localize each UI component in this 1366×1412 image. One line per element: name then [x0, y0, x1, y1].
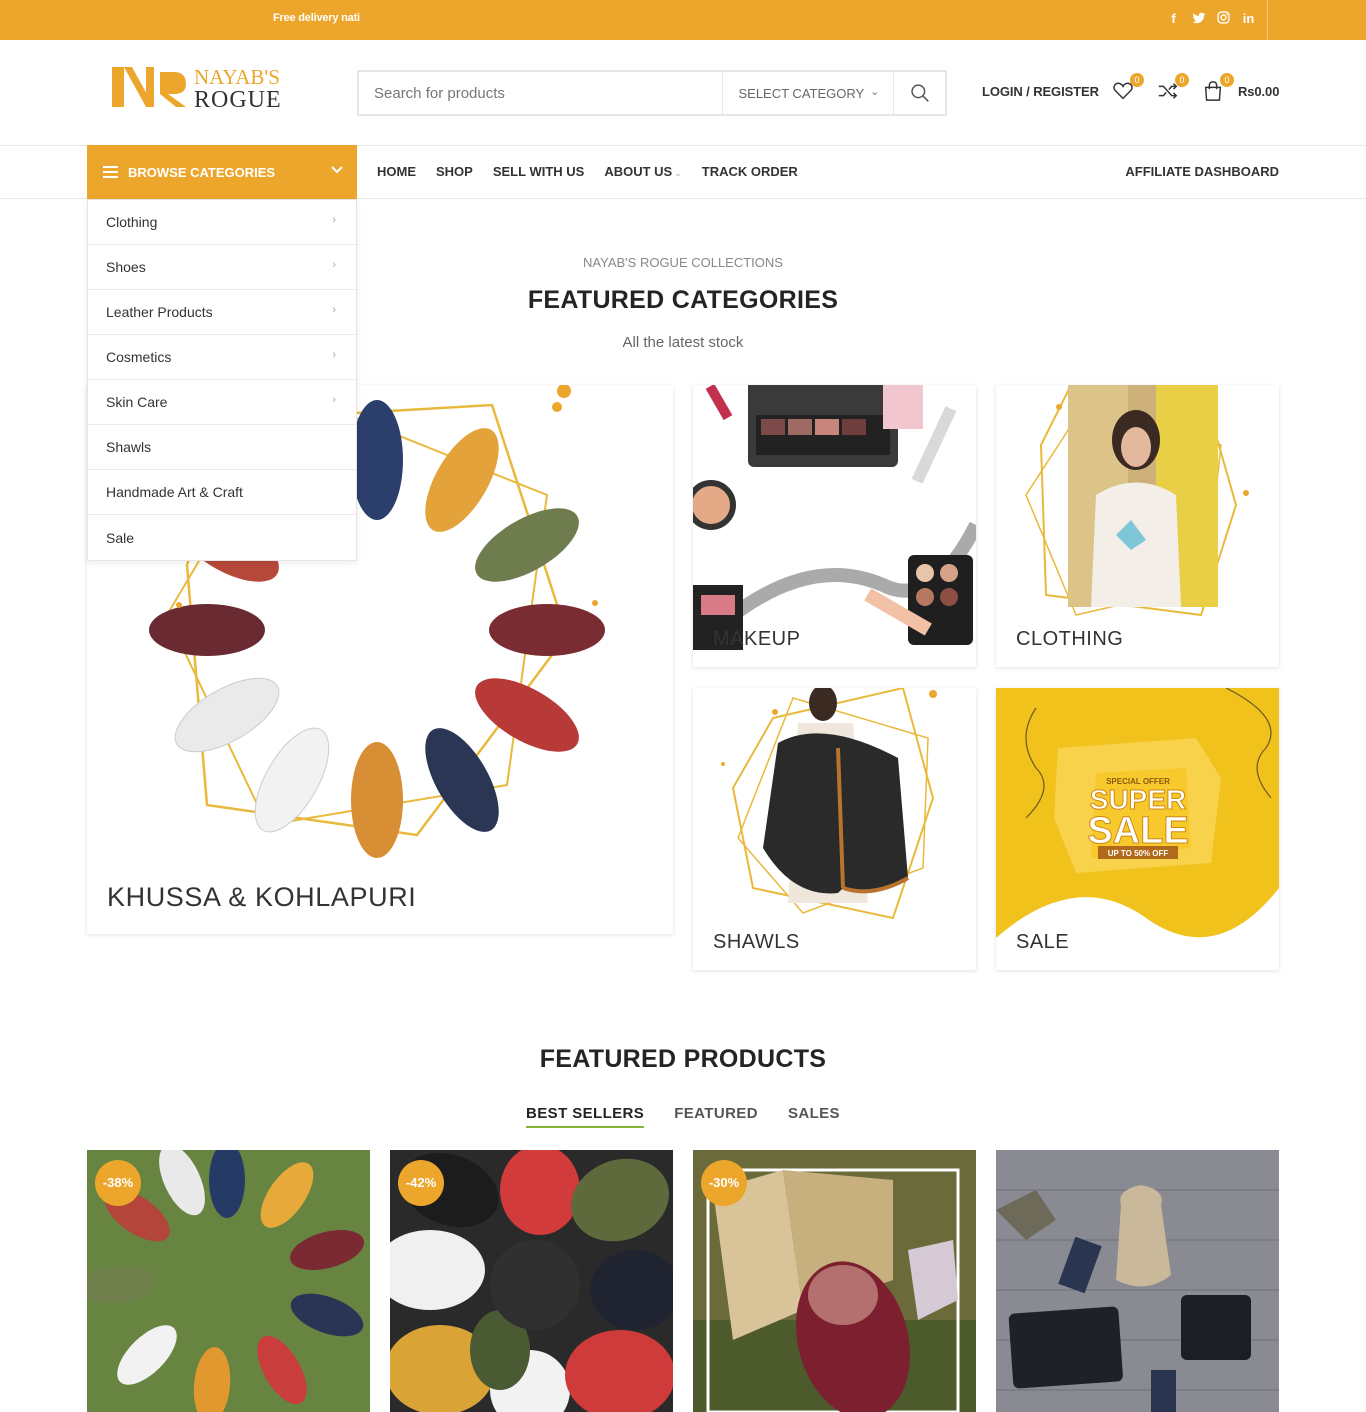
- search-button[interactable]: [893, 72, 945, 114]
- compare-button[interactable]: 0: [1157, 73, 1189, 104]
- dropdown-item-label: Cosmetics: [106, 349, 172, 365]
- tile-label-shawls: SHAWLS: [713, 931, 800, 953]
- sale-sale-text: SALE: [1087, 810, 1188, 852]
- discount-badge: -38%: [95, 1160, 141, 1206]
- product-image: [996, 1150, 1279, 1412]
- main-navbar: BROWSE CATEGORIES HOME SHOP SELL WITH US…: [0, 145, 1366, 199]
- nav-home[interactable]: HOME: [377, 164, 416, 179]
- nav-about-us-label: ABOUT US: [604, 164, 673, 179]
- chevron-right-icon: ›: [332, 304, 336, 316]
- category-tile-makeup[interactable]: MAKEUP: [693, 385, 976, 667]
- browse-categories-label: BROWSE CATEGORIES: [128, 164, 276, 180]
- dropdown-item-clothing[interactable]: Clothing ›: [88, 200, 356, 245]
- nav-affiliate-dashboard[interactable]: AFFILIATE DASHBOARD: [1125, 164, 1279, 179]
- search-icon: [911, 84, 929, 102]
- promo-text: Free delivery nati: [273, 12, 360, 24]
- site-header: NAYAB'S ROGUE SELECT CATEGORY ⌄ LOGIN / …: [0, 40, 1366, 146]
- nav-about-us[interactable]: ABOUT US ⌄: [604, 164, 681, 179]
- tile-label-sale: SALE: [1016, 931, 1070, 953]
- linkedin-icon[interactable]: in: [1241, 11, 1256, 27]
- logo-line1: NAYAB'S: [194, 65, 280, 89]
- categories-dropdown: Clothing › Shoes › Leather Products › Cosme…: [87, 199, 357, 561]
- category-select[interactable]: SELECT CATEGORY ⌄: [722, 72, 893, 114]
- instagram-icon[interactable]: [1216, 11, 1231, 27]
- search-form: SELECT CATEGORY ⌄: [357, 70, 947, 116]
- dropdown-item-label: Shawls: [106, 439, 152, 455]
- chevron-down-icon: ⌄: [674, 168, 682, 178]
- category-tile-shawls[interactable]: SHAWLS: [693, 688, 976, 970]
- top-bar: Free delivery nati f in: [0, 0, 1366, 40]
- facebook-icon[interactable]: f: [1166, 11, 1181, 27]
- nav-track-order[interactable]: TRACK ORDER: [702, 164, 798, 179]
- browse-categories-toggle[interactable]: BROWSE CATEGORIES: [87, 145, 357, 199]
- cart-count-badge: 0: [1220, 73, 1234, 87]
- search-input[interactable]: [359, 72, 723, 114]
- dropdown-item-label: Leather Products: [106, 304, 213, 320]
- clothing-image: [996, 385, 1279, 667]
- dropdown-item-label: Sale: [106, 529, 135, 546]
- chevron-right-icon: ›: [332, 394, 336, 406]
- tile-label-khussa: KHUSSA & KOHLAPURI: [107, 882, 417, 912]
- logo-line2: ROGUE: [194, 87, 282, 110]
- tab-best-sellers[interactable]: BEST SELLERS: [526, 1105, 645, 1128]
- product-tabs: BEST SELLERS FEATURED SALES: [0, 1105, 1366, 1128]
- dropdown-item-label: Skin Care: [106, 394, 168, 410]
- cart-total[interactable]: Rs0.00: [1238, 84, 1279, 99]
- chevron-right-icon: ›: [332, 349, 336, 361]
- discount-badge: -42%: [398, 1160, 444, 1206]
- wishlist-count-badge: 0: [1130, 73, 1144, 87]
- featured-products-title: FEATURED PRODUCTS: [539, 1045, 827, 1073]
- chevron-right-icon: ›: [332, 214, 336, 226]
- dropdown-item-shawls[interactable]: Shawls: [88, 425, 356, 470]
- social-links: f in: [1166, 11, 1256, 27]
- dropdown-item-label: Handmade Art & Craft: [106, 484, 243, 500]
- chevron-down-icon: [331, 163, 343, 177]
- product-card[interactable]: -38%: [87, 1150, 370, 1412]
- dropdown-item-skin-care[interactable]: Skin Care ›: [88, 380, 356, 425]
- tab-sales[interactable]: SALES: [788, 1105, 840, 1128]
- wishlist-button[interactable]: 0: [1112, 73, 1144, 104]
- primary-menu: HOME SHOP SELL WITH US ABOUT US ⌄ TRACK O…: [377, 164, 798, 179]
- dropdown-item-leather-products[interactable]: Leather Products ›: [88, 290, 356, 335]
- menu-icon: [103, 166, 118, 178]
- dropdown-item-label: Shoes: [106, 259, 146, 275]
- makeup-image: [693, 385, 976, 667]
- discount-badge: -30%: [701, 1160, 747, 1206]
- site-logo[interactable]: NAYAB'S ROGUE: [110, 64, 300, 113]
- chevron-right-icon: ›: [332, 259, 336, 271]
- login-register-link[interactable]: LOGIN / REGISTER: [982, 84, 1099, 99]
- topbar-divider: [1267, 0, 1268, 40]
- dropdown-item-shoes[interactable]: Shoes ›: [88, 245, 356, 290]
- compare-count-badge: 0: [1175, 73, 1189, 87]
- chevron-down-icon: ⌄: [870, 86, 880, 98]
- product-card[interactable]: -42%: [390, 1150, 673, 1412]
- nav-sell-with-us[interactable]: SELL WITH US: [493, 164, 584, 179]
- nav-shop[interactable]: SHOP: [436, 164, 473, 179]
- sale-image: SPECIAL OFFER SUPER SALE UP TO 50% OFF: [996, 688, 1279, 970]
- twitter-icon[interactable]: [1191, 11, 1206, 27]
- tile-label-clothing: CLOTHING: [1016, 628, 1124, 650]
- dropdown-item-handmade-art-craft[interactable]: Handmade Art & Craft: [88, 470, 356, 515]
- tab-featured[interactable]: FEATURED: [674, 1105, 758, 1128]
- tile-label-makeup: MAKEUP: [713, 628, 801, 650]
- product-card[interactable]: [996, 1150, 1279, 1412]
- shawls-image: [693, 688, 976, 970]
- sale-upto-text: UP TO 50% OFF: [1108, 849, 1169, 858]
- category-tile-sale[interactable]: SPECIAL OFFER SUPER SALE UP TO 50% OFF S…: [996, 688, 1279, 970]
- category-tile-clothing[interactable]: CLOTHING: [996, 385, 1279, 667]
- dropdown-item-cosmetics[interactable]: Cosmetics ›: [88, 335, 356, 380]
- product-card[interactable]: -30%: [693, 1150, 976, 1412]
- category-select-label: SELECT CATEGORY: [738, 85, 865, 101]
- cart-button[interactable]: 0: [1202, 73, 1234, 104]
- dropdown-item-label: Clothing: [106, 214, 158, 230]
- dropdown-item-sale[interactable]: Sale: [88, 515, 356, 560]
